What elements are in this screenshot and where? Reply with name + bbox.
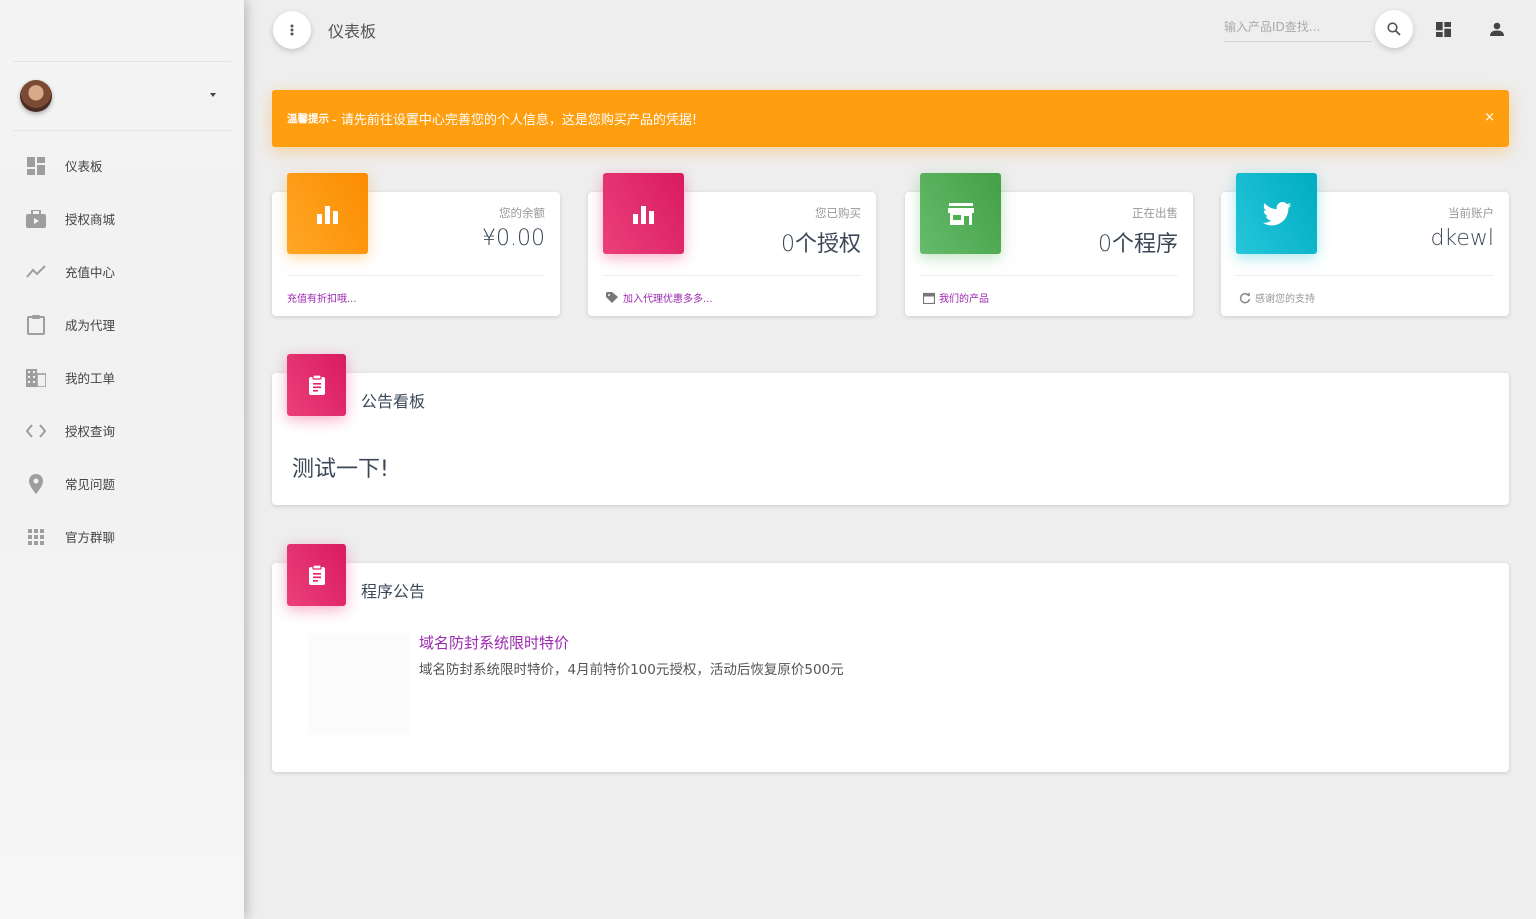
sidebar-item-label: 授权商城: [65, 212, 116, 227]
program-link[interactable]: 域名防封系统限时特价: [419, 632, 569, 653]
stat-category: 您已购买: [815, 206, 861, 220]
notice-board-text: 测试一下!: [292, 457, 389, 482]
bar-chart-icon: [603, 173, 684, 254]
stat-value: 0个程序: [1098, 232, 1178, 257]
shopping-bag-icon: [26, 209, 46, 229]
stat-value: ¥0.00: [482, 226, 545, 251]
sidebar-item-faq[interactable]: 常见问题: [0, 457, 244, 510]
stat-value: 0个授权: [781, 232, 861, 257]
divider: [287, 275, 545, 276]
sidebar-item-label: 成为代理: [65, 318, 116, 333]
bar-chart-icon: [287, 173, 368, 254]
stat-footer-text-row: 感谢您的支持: [1239, 290, 1315, 305]
sidebar-item-label: 充值中心: [65, 265, 116, 280]
divider: [920, 275, 1178, 276]
search-button[interactable]: [1375, 10, 1413, 48]
sidebar-item-label: 仪表板: [65, 159, 103, 174]
clipboard-text-icon: [287, 544, 346, 606]
more-vertical-icon: [290, 24, 294, 36]
store-icon: [920, 173, 1001, 254]
dashboard-icon[interactable]: [1433, 19, 1453, 39]
sidebar: 仪表板 授权商城 充值中心 成为代理 我的工单 授权查询 常见问题 官方群聊: [0, 0, 244, 919]
stat-category: 当前账户: [1448, 206, 1494, 220]
sidebar-item-group-chat[interactable]: 官方群聊: [0, 510, 244, 563]
alert-message: - 请先前往设置中心完善您的个人信息，这是您购买产品的凭据!: [332, 113, 698, 128]
divider: [1236, 275, 1494, 276]
dashboard-icon: [26, 156, 46, 176]
user-profile[interactable]: [13, 62, 231, 131]
stat-category: 您的余额: [499, 206, 545, 220]
sidebar-item-label: 授权查询: [65, 424, 116, 439]
page-title: 仪表板: [328, 22, 377, 41]
sidebar-logo-area: [13, 0, 231, 62]
twitter-icon: [1236, 173, 1317, 254]
stat-category: 正在出售: [1132, 206, 1178, 220]
location-pin-icon: [26, 473, 46, 494]
sidebar-item-store[interactable]: 授权商城: [0, 192, 244, 245]
apps-grid-icon: [26, 527, 46, 547]
sidebar-item-dashboard[interactable]: 仪表板: [0, 139, 244, 192]
program-description: 域名防封系统限时特价，4月前特价100元授权，活动后恢复原价500元: [419, 662, 844, 678]
alert-title: 温馨提示: [287, 113, 329, 125]
building-icon: [26, 368, 46, 388]
program-board-title: 程序公告: [361, 582, 426, 601]
stat-footer-link[interactable]: 加入代理优惠多多...: [606, 290, 713, 305]
sidebar-item-agent[interactable]: 成为代理: [0, 298, 244, 351]
program-board-card: 程序公告 域名防封系统限时特价 域名防封系统限时特价，4月前特价100元授权，活…: [272, 544, 1509, 772]
stat-footer-text: 感谢您的支持: [1255, 294, 1315, 305]
code-icon: [26, 421, 46, 441]
user-icon[interactable]: [1487, 19, 1507, 39]
stat-card-account: 当前账户 dkewl 感谢您的支持: [1221, 173, 1509, 316]
search-icon: [1387, 22, 1401, 36]
refresh-icon: [1239, 291, 1251, 304]
stat-value: dkewl: [1430, 226, 1494, 251]
stat-footer-text: 加入代理优惠多多...: [623, 294, 713, 305]
notice-board-title: 公告看板: [361, 392, 426, 411]
stat-card-balance: 您的余额 ¥0.00 充值有折扣哦...: [272, 173, 560, 316]
close-icon[interactable]: ×: [1484, 110, 1495, 125]
divider: [603, 275, 861, 276]
sidebar-item-recharge[interactable]: 充值中心: [0, 245, 244, 298]
stat-card-on-sale: 正在出售 0个程序 我们的产品: [905, 173, 1193, 316]
sidebar-item-label: 我的工单: [65, 371, 116, 386]
program-thumbnail: [308, 633, 410, 735]
sidebar-item-license-query[interactable]: 授权查询: [0, 404, 244, 457]
calendar-icon: [923, 292, 935, 304]
clipboard-text-icon: [287, 354, 346, 416]
tag-icon: [606, 292, 619, 303]
trending-up-icon: [26, 262, 46, 282]
sidebar-nav: 仪表板 授权商城 充值中心 成为代理 我的工单 授权查询 常见问题 官方群聊: [0, 139, 244, 563]
warning-alert: 温馨提示 - 请先前往设置中心完善您的个人信息，这是您购买产品的凭据! ×: [272, 90, 1509, 147]
stat-footer-link[interactable]: 充值有折扣哦...: [287, 290, 357, 305]
search-input[interactable]: [1224, 13, 1372, 42]
notice-board-card: 公告看板 测试一下!: [272, 354, 1509, 505]
sidebar-item-tickets[interactable]: 我的工单: [0, 351, 244, 404]
sidebar-toggle-button[interactable]: [273, 11, 311, 49]
clipboard-icon: [26, 314, 46, 335]
stat-card-purchased: 您已购买 0个授权 加入代理优惠多多...: [588, 173, 876, 316]
avatar[interactable]: [20, 80, 52, 112]
stat-footer-text: 充值有折扣哦...: [287, 294, 357, 305]
stat-footer-text: 我们的产品: [939, 294, 989, 305]
stat-footer-link[interactable]: 我们的产品: [923, 290, 989, 305]
top-navbar: 仪表板: [244, 0, 1536, 58]
sidebar-item-label: 官方群聊: [65, 530, 116, 545]
sidebar-item-label: 常见问题: [65, 477, 116, 492]
caret-down-icon[interactable]: [210, 93, 216, 97]
